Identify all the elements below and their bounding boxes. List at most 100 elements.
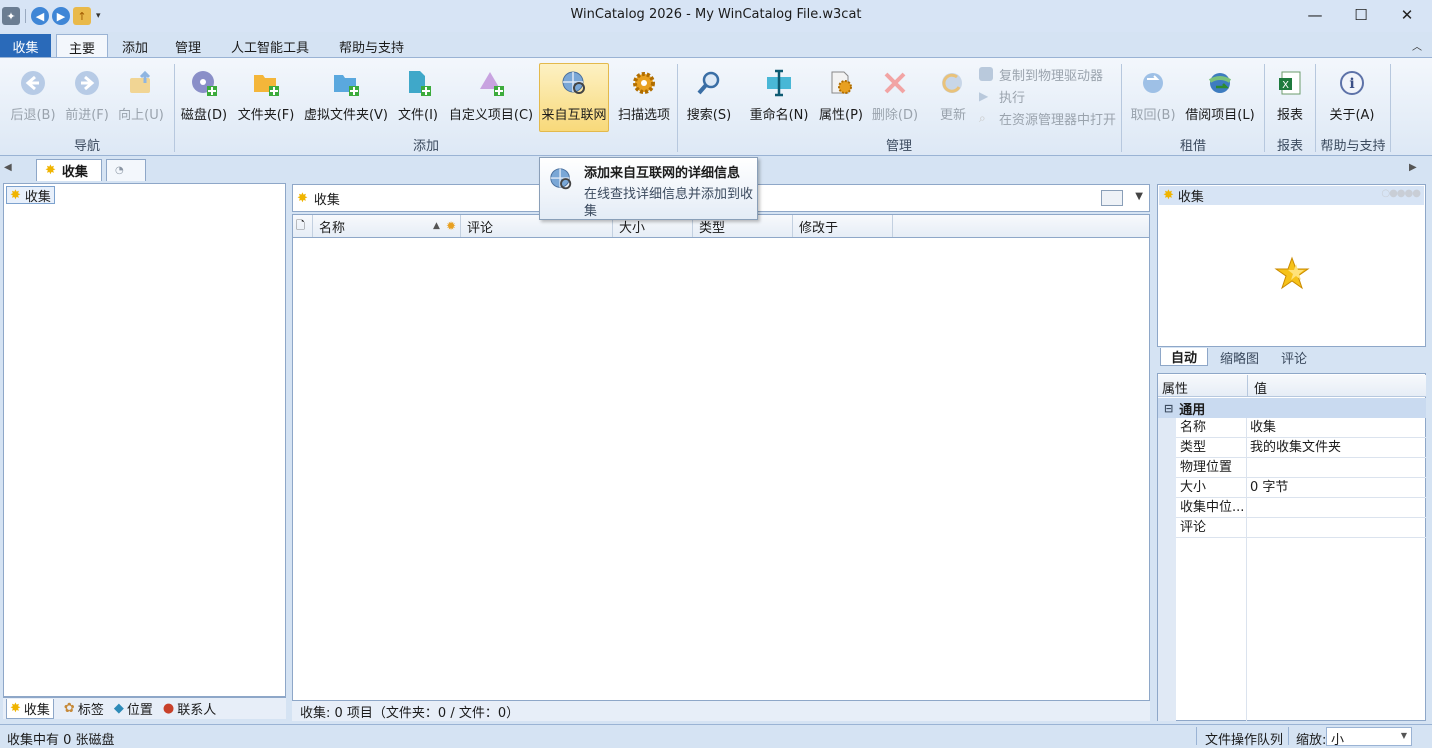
property-row-type[interactable]: 类型 我的收集文件夹 (1158, 438, 1426, 458)
scroll-right-icon[interactable]: ▶ (1409, 162, 1417, 173)
update-button[interactable]: 更新 (931, 64, 975, 130)
grid-line (1176, 457, 1426, 458)
forward-button[interactable]: 前进(F) (64, 64, 110, 130)
about-button[interactable]: i 关于(A) (1324, 64, 1380, 130)
zoom-select[interactable]: 小 ▼ (1326, 727, 1412, 748)
scan-options-button[interactable]: 扫描选项 (615, 64, 673, 130)
add-file-label: 文件(I) (398, 108, 438, 123)
group-add-label: 添加 (412, 139, 439, 154)
copy-to-drive-label: 复制到物理驱动器 (999, 68, 1104, 84)
file-list-body[interactable] (292, 238, 1150, 701)
property-key: 类型 (1180, 440, 1207, 455)
left-tab-locations[interactable]: ◆ 位置 (114, 699, 153, 718)
tab-help-support[interactable]: 帮助与支持 (327, 34, 416, 58)
scan-options-label: 扫描选项 (617, 108, 670, 123)
custom-item-add-icon (476, 68, 506, 98)
property-row-size[interactable]: 大小 0 字节 (1158, 478, 1426, 498)
group-manage-label: 管理 (885, 139, 912, 154)
group-lending-label: 租借 (1179, 139, 1206, 154)
zoom-value: 小 (1331, 733, 1345, 748)
add-file-button[interactable]: 文件(I) (396, 64, 440, 130)
property-value: 我的收集文件夹 (1250, 440, 1342, 455)
rename-button[interactable]: 重命名(N) (748, 64, 810, 130)
tree-root-collection[interactable]: ✸ 收集 (6, 186, 55, 205)
up-button[interactable]: 向上(U) (118, 64, 164, 130)
copy-to-drive-button[interactable]: 复制到物理驱动器 (979, 64, 1103, 84)
magnifier-icon: ⌕ (979, 110, 986, 125)
tab-collection[interactable]: 收集 (0, 34, 51, 58)
property-header-divider (1247, 375, 1248, 397)
star-icon: ✸ (10, 700, 21, 716)
sort-ascending-icon: ▲ (433, 221, 440, 231)
tab-main[interactable]: 主要 (56, 34, 109, 59)
add-folder-button[interactable]: 文件夹(F) (236, 64, 296, 130)
doc-tab-collection[interactable]: ✸ 收集 (36, 159, 102, 181)
property-category-general[interactable]: ⊟ 通用 (1158, 398, 1426, 418)
property-key: 大小 (1180, 480, 1207, 495)
from-internet-button[interactable]: 来自互联网 (539, 63, 609, 132)
star-icon: ✸ (45, 163, 56, 178)
scroll-left-icon[interactable]: ◀ (4, 162, 12, 173)
preview-tab-comment[interactable]: 评论 (1271, 348, 1317, 367)
property-key: 名称 (1180, 420, 1207, 435)
return-button[interactable]: 取回(B) (1128, 64, 1178, 130)
tab-manage[interactable]: 管理 (163, 34, 213, 58)
view-mode-icon[interactable] (1101, 190, 1123, 206)
maximize-icon[interactable]: ☐ (1338, 0, 1384, 30)
delete-button[interactable]: 删除(D) (871, 64, 919, 130)
ribbon-collapse-icon[interactable]: ︿ (1412, 38, 1422, 53)
column-comment-label: 评论 (467, 220, 494, 236)
property-row-collection-location[interactable]: 收集中位... (1158, 498, 1426, 518)
properties-icon (826, 68, 856, 98)
lend-item-button[interactable]: 借阅项目(L) (1183, 64, 1257, 130)
column-name[interactable]: 名称 ▲ ✹ (313, 215, 461, 237)
add-disk-button[interactable]: 磁盘(D) (180, 64, 228, 130)
column-icon[interactable]: 🗋 (293, 215, 313, 237)
search-button[interactable]: 搜索(S) (684, 64, 734, 130)
rename-label: 重命名(N) (749, 108, 809, 123)
property-row-gutter (1158, 458, 1176, 478)
tab-ai-tools[interactable]: 人工智能工具 (219, 34, 321, 58)
add-virtual-folder-button[interactable]: 虚拟文件夹(V) (303, 64, 389, 130)
add-custom-item-button[interactable]: 自定义项目(C) (448, 64, 534, 130)
file-operation-queue-button[interactable]: 文件操作队列 (1205, 729, 1283, 748)
left-tab-label: 联系人 (177, 703, 217, 718)
file-add-icon (403, 68, 433, 98)
star-icon: ✸ (297, 190, 308, 206)
from-internet-tooltip: 添加来自互联网的详细信息 在线查找详细信息并添加到收 集 (539, 157, 758, 220)
up-label: 向上(U) (118, 108, 164, 123)
back-button[interactable]: 后退(B) (10, 64, 56, 130)
left-bottom-tabs: ✸ 收集 ✿ 标签 ◆ 位置 ● 联系人 (3, 697, 286, 719)
execute-button[interactable]: ▶ 执行 (979, 86, 1025, 106)
preview-tab-auto[interactable]: 自动 (1160, 348, 1209, 366)
zoom-label: 缩放: (1296, 733, 1327, 748)
preview-tab-thumbnail[interactable]: 缩略图 (1210, 348, 1269, 367)
left-tab-tags[interactable]: ✿ 标签 (64, 699, 104, 718)
rating-dots-icon: ○●●●● (1381, 188, 1421, 199)
property-value: 0 字节 (1250, 480, 1289, 495)
property-row-name[interactable]: 名称 收集 (1158, 418, 1426, 438)
view-mode-dropdown-icon[interactable]: ▼ (1135, 191, 1143, 202)
property-row-physical-location[interactable]: 物理位置 (1158, 458, 1426, 478)
property-value: 收集 (1250, 420, 1277, 435)
left-tab-label: 标签 (77, 703, 104, 718)
minimize-icon[interactable]: — (1292, 0, 1338, 30)
left-tab-collection[interactable]: ✸ 收集 (6, 698, 54, 719)
property-row-comment[interactable]: 评论 (1158, 518, 1426, 538)
add-folder-label: 文件夹(F) (237, 108, 295, 123)
report-button[interactable]: X 报表 (1270, 64, 1310, 130)
tooltip-body-line-2: 集 (584, 204, 598, 219)
open-in-explorer-button[interactable]: ⌕ 在资源管理器中打开 (979, 108, 1116, 128)
up-folder-icon (126, 68, 156, 98)
contacts-icon: ● (162, 701, 175, 716)
tab-add[interactable]: 添加 (110, 34, 160, 58)
column-modified[interactable]: 修改于 (793, 215, 893, 237)
properties-button[interactable]: 属性(P) (817, 64, 865, 130)
doc-tab-new[interactable]: ◔ (106, 159, 146, 181)
status-disk-count: 收集中有 0 张磁盘 (7, 733, 115, 748)
add-virtual-folder-label: 虚拟文件夹(V) (303, 108, 389, 123)
close-icon[interactable]: ✕ (1384, 0, 1430, 30)
left-tab-contacts[interactable]: ● 联系人 (163, 699, 216, 718)
about-label: 关于(A) (1329, 108, 1375, 123)
star-icon: ✸ (10, 187, 21, 203)
